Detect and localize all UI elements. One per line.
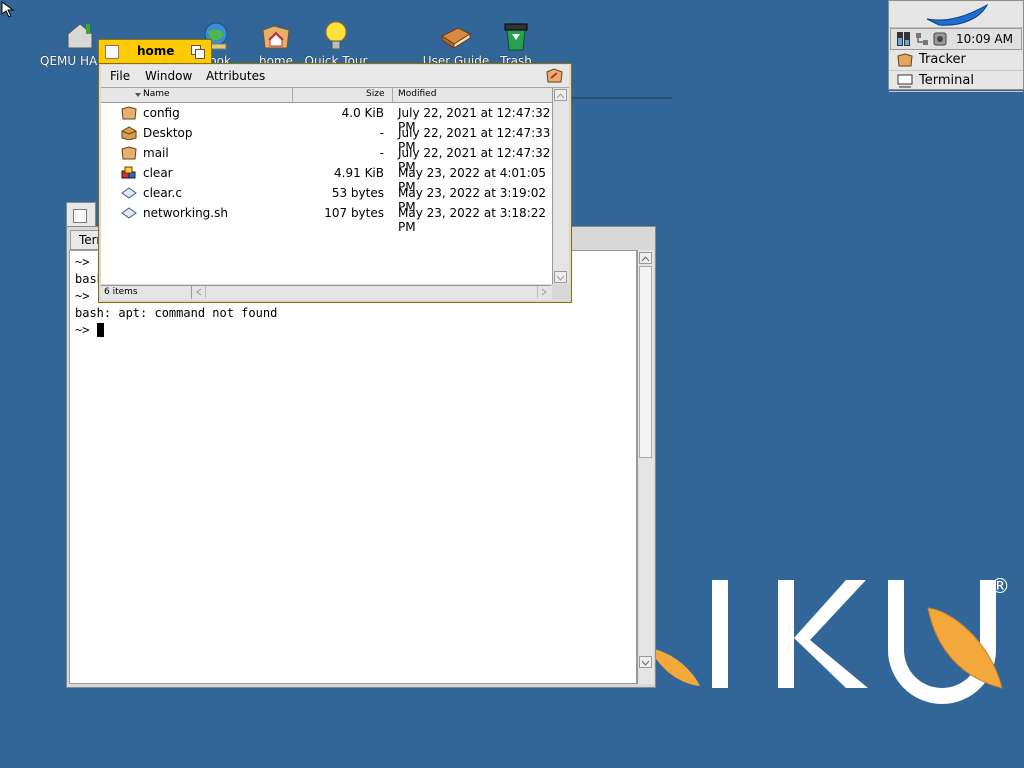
column-size[interactable]: Size — [366, 89, 384, 99]
column-divider[interactable] — [292, 88, 293, 102]
scroll-left-arrow-icon[interactable] — [193, 286, 206, 298]
file-icon — [121, 186, 137, 200]
column-name[interactable]: Name — [143, 89, 170, 99]
tracker-column-header: Name Size Modified — [101, 88, 552, 103]
file-size: 4.91 KiB — [334, 166, 384, 180]
text-cursor — [96, 323, 104, 337]
lightbulb-icon — [320, 20, 352, 52]
terminal-line: ~> — [75, 289, 97, 303]
file-row[interactable]: clear.c 53 bytes May 23, 2022 at 3:19:02… — [101, 183, 552, 214]
deskbar-leaf-button[interactable] — [889, 1, 1023, 28]
terminal-scroll-thumb[interactable] — [639, 266, 652, 458]
mouse-pointer-icon — [0, 0, 18, 21]
book-icon — [440, 20, 472, 52]
terminal-window-tab[interactable] — [66, 202, 96, 227]
terminal-line: ~> — [75, 255, 97, 269]
column-divider[interactable] — [392, 88, 393, 102]
terminal-scrollbar[interactable] — [637, 250, 654, 684]
tracker-window-title: home — [137, 44, 175, 58]
terminal-close-button[interactable] — [73, 209, 87, 223]
menu-window[interactable]: Window — [145, 69, 192, 83]
tracker-menubar: File Window Attributes — [101, 65, 569, 88]
file-name: clear — [143, 166, 173, 180]
tracker-window-tab[interactable]: home — [98, 39, 212, 65]
haiku-logo: ® — [650, 570, 1024, 710]
tracker-statusbar: 6 items — [101, 285, 552, 300]
terminal-prompt-line: ~> — [75, 323, 104, 337]
file-row[interactable]: Desktop - July 22, 2021 at 12:47:33 PM — [101, 123, 552, 154]
file-size: 53 bytes — [331, 186, 384, 200]
tracker-navigator-icon[interactable] — [546, 68, 563, 86]
haiku-leaf-icon — [926, 3, 989, 26]
tracker-close-button[interactable] — [105, 45, 119, 59]
file-size: 4.0 KiB — [341, 106, 384, 120]
file-row[interactable]: clear 4.91 KiB May 23, 2022 at 4:01:05 P… — [101, 163, 552, 194]
file-size: - — [379, 126, 384, 140]
app-icon — [121, 166, 137, 180]
tracker-scrollbar[interactable] — [552, 88, 569, 284]
tracker-file-list[interactable]: config 4.0 KiB July 22, 2021 at 12:47:32… — [101, 103, 552, 284]
home-folder-icon — [260, 20, 292, 52]
network-icon[interactable] — [915, 32, 929, 46]
terminal-icon — [897, 74, 913, 88]
terminal-prompt: ~> — [75, 323, 97, 337]
folder-icon — [121, 106, 137, 120]
desktop-icon-trash[interactable]: Trash — [476, 20, 556, 68]
trash-icon — [500, 20, 532, 52]
menu-attributes[interactable]: Attributes — [206, 69, 265, 83]
deskbar: 10:09 AM Tracker Terminal — [888, 0, 1024, 92]
disk-icon — [64, 20, 96, 52]
desktop-folder-icon — [121, 126, 137, 141]
folder-icon — [121, 146, 137, 160]
file-icon — [121, 206, 137, 220]
volume-icon[interactable] — [933, 32, 947, 46]
file-row[interactable]: config 4.0 KiB July 22, 2021 at 12:47:32… — [101, 103, 552, 134]
scroll-up-arrow-icon[interactable] — [639, 252, 652, 264]
deskbar-item-label: Tracker — [919, 52, 966, 67]
deskbar-tray: 10:09 AM — [890, 28, 1022, 50]
scroll-down-arrow-icon[interactable] — [639, 656, 652, 668]
tracker-hscrollbar[interactable] — [191, 286, 552, 299]
file-modified: May 23, 2022 at 3:18:22 PM — [398, 206, 547, 234]
terminal-screen[interactable]: ~> bash ~> bash: apt: command not found … — [69, 250, 637, 684]
deskbar-clock[interactable]: 10:09 AM — [956, 32, 1013, 46]
column-modified[interactable]: Modified — [398, 89, 436, 99]
file-name: clear.c — [143, 186, 182, 200]
terminal-line: bash: apt: command not found — [75, 306, 278, 320]
scroll-down-arrow-icon[interactable] — [554, 271, 567, 283]
item-count: 6 items — [104, 287, 138, 297]
cpu-monitor-icon[interactable] — [897, 32, 911, 46]
file-name: config — [143, 106, 180, 120]
deskbar-item-terminal[interactable]: Terminal — [889, 71, 1023, 92]
file-row[interactable]: mail - July 22, 2021 at 12:47:32 PM — [101, 143, 552, 174]
file-name: mail — [143, 146, 169, 160]
scroll-up-arrow-icon[interactable] — [554, 89, 567, 101]
file-size: - — [379, 146, 384, 160]
desktop-icon-quicktour[interactable]: Quick Tour — [296, 20, 376, 68]
file-row[interactable]: networking.sh 107 bytes May 23, 2022 at … — [101, 203, 552, 234]
registered-mark: ® — [990, 574, 1010, 598]
zoom-icon[interactable] — [191, 45, 205, 59]
deskbar-item-tracker[interactable]: Tracker — [889, 50, 1023, 71]
desktop-divider — [570, 97, 672, 99]
scroll-right-arrow-icon[interactable] — [537, 286, 550, 298]
menu-file[interactable]: File — [110, 69, 130, 83]
file-size: 107 bytes — [324, 206, 384, 220]
file-name: networking.sh — [143, 206, 228, 220]
file-name: Desktop — [143, 126, 193, 140]
deskbar-item-label: Terminal — [919, 73, 974, 88]
tracker-icon — [897, 53, 913, 67]
